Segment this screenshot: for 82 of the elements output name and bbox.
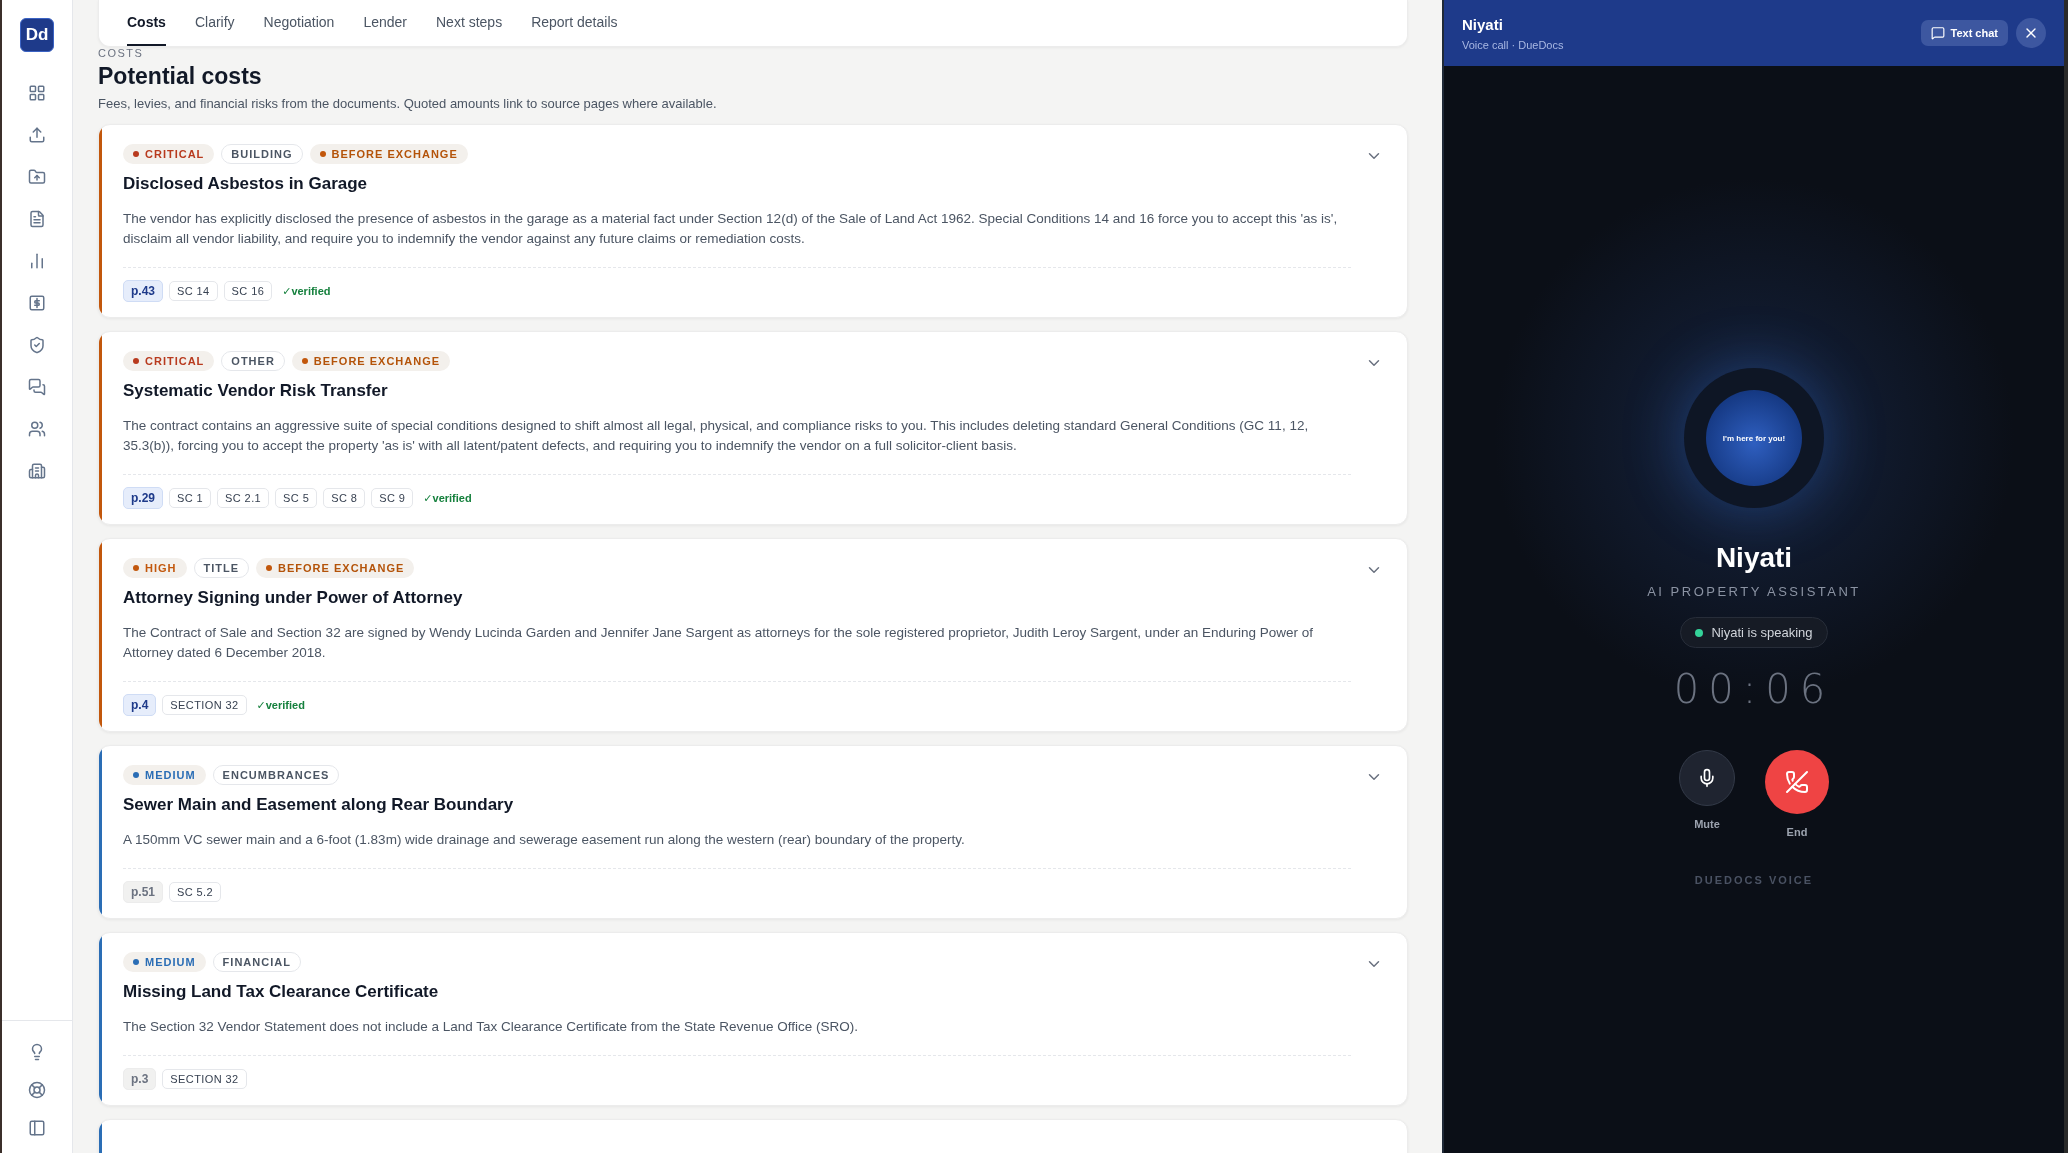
timing-dot	[301, 358, 308, 364]
orb-caption: I'm here for you!	[1722, 433, 1786, 443]
card-description: The Contract of Sale and Section 32 are signed by Wendy Lucinda Garden and Jennifer Jane Sargent as attorneys for the sole registered proprietor, Judith Leroy Sargent, under an Enduring Power of Attorney dated 6 December 2018.	[123, 624, 1314, 662]
page-link[interactable]: p.4	[123, 694, 157, 716]
reference-tag: SC 9	[371, 488, 414, 508]
category-tag: ENCUMBRANCES	[212, 765, 340, 785]
timing-dot	[266, 565, 273, 571]
document-icon[interactable]	[28, 210, 46, 228]
building-icon[interactable]	[28, 462, 46, 480]
card-description: The contract contains an aggressive suite of special conditions designed to shift almost all legal, physical, and compliance risks to you. This includes deleting standard General Conditions (GC 11, 12, 35.3(b)), forcing you to accept the property 'as is' with all latent/patent defects, and requiring you to indemnify the vendor on a full solicitor-client basis.	[123, 417, 1310, 455]
tab[interactable]: Costs	[127, 0, 166, 46]
grid-icon[interactable]	[28, 84, 46, 102]
chat-icon[interactable]	[28, 378, 46, 396]
assistant-name: Niyati	[1715, 542, 1793, 574]
severity-label: HIGH	[145, 562, 177, 574]
card-title: Attorney Signing under Power of Attorney	[123, 588, 464, 608]
page-link[interactable]: p.3	[123, 1068, 157, 1090]
dollar-icon[interactable]	[28, 294, 46, 312]
reference-tag: SC 5	[275, 488, 318, 508]
severity-label: MEDIUM	[145, 956, 196, 968]
page-link[interactable]: p.29	[123, 487, 163, 509]
severity-label: CRITICAL	[145, 355, 205, 367]
tab[interactable]: Clarify	[194, 0, 235, 46]
category-tag: OTHER	[221, 351, 285, 371]
tab[interactable]: Negotiation	[263, 0, 335, 46]
reference-tag: SC 1	[169, 488, 212, 508]
page-link[interactable]: p.51	[123, 881, 163, 903]
tab[interactable]: Report details	[531, 0, 618, 46]
folder-upload-icon[interactable]	[28, 168, 46, 186]
verified-label: ✓verified	[423, 491, 472, 505]
verified-label: ✓verified	[282, 284, 331, 298]
panel-icon[interactable]	[28, 1119, 46, 1137]
card-description: A 150mm VC sewer main and a 6-foot (1.83m) wide drainage and sewerage easement run along the western (rear) boundary of the property.	[123, 831, 966, 849]
timing-label: BEFORE EXCHANGE	[313, 355, 441, 367]
timing-label: BEFORE EXCHANGE	[331, 148, 458, 160]
shield-check-icon[interactable]	[28, 336, 46, 354]
mute-label: Mute	[1694, 818, 1720, 830]
card-description: The Section 32 Vendor Statement does not include a Land Tax Clearance Certificate from the State Revenue Office (SRO).	[123, 1018, 859, 1036]
timing-label: BEFORE EXCHANGE	[278, 562, 405, 574]
panel-title: Niyati	[1462, 15, 1504, 33]
section-eyebrow: COSTS	[98, 47, 145, 59]
card-title: Disclosed Asbestos in Garage	[123, 174, 369, 194]
assistant-role: AI PROPERTY ASSISTANT	[1647, 584, 1861, 599]
page-link[interactable]: p.43	[123, 280, 163, 302]
severity-label: MEDIUM	[145, 769, 196, 781]
call-timer: 00:06	[1673, 666, 1835, 712]
panel-subtitle: Voice call · DueDocs	[1462, 38, 1564, 51]
people-icon[interactable]	[28, 420, 46, 438]
upload-icon[interactable]	[28, 126, 46, 144]
card-title: Missing Land Tax Clearance Certificate	[123, 982, 440, 1002]
footer-brand: DUEDOCS VOICE	[1694, 874, 1814, 886]
reference-tag: SC 16	[223, 281, 273, 301]
tab[interactable]: Next steps	[436, 0, 503, 46]
text-chat-button[interactable]: Text chat	[1920, 20, 2008, 46]
category-tag: TITLE	[193, 558, 250, 578]
reference-tag: SECTION 32	[162, 1069, 247, 1089]
status-text: Niyati is speaking	[1711, 625, 1813, 640]
severity-label: CRITICAL	[145, 148, 205, 160]
card-description: The vendor has explicitly disclosed the presence of asbestos in the garage as a material fact under Section 12(d) of the Sale of Land Act 1962. Special Conditions 14 and 16 force you to accept this 'as is', disclaim all vendor liability, and require you to indemnify the vendor against any future claims or remediation costs.	[123, 210, 1339, 248]
category-tag: FINANCIAL	[212, 952, 301, 972]
chat-icon	[1930, 26, 1945, 40]
app-logo[interactable]: Dd	[20, 18, 54, 52]
tab[interactable]: Lender	[363, 0, 407, 46]
reference-tag: SC 14	[169, 281, 218, 301]
help-icon[interactable]	[28, 1081, 46, 1099]
close-button[interactable]	[2016, 18, 2046, 48]
end-label: End	[1786, 826, 1808, 838]
category-tag: BUILDING	[221, 144, 303, 164]
phone-off-icon	[1785, 770, 1809, 794]
page-title: Potential costs	[98, 63, 263, 90]
bar-chart-icon[interactable]	[28, 252, 46, 270]
timing-dot	[319, 151, 326, 157]
microphone-icon	[1697, 768, 1717, 788]
reference-tag: SECTION 32	[162, 695, 247, 715]
verified-label: ✓verified	[256, 698, 305, 712]
card-title: Sewer Main and Easement along Rear Boundary	[123, 795, 515, 815]
reference-tag: SC 8	[323, 488, 366, 508]
card-title: Systematic Vendor Risk Transfer	[123, 381, 389, 401]
page-description: Fees, levies, and financial risks from the documents. Quoted amounts link to source pages where available.	[98, 96, 718, 111]
reference-tag: SC 2.1	[217, 488, 270, 508]
mute-button[interactable]	[1679, 750, 1735, 806]
reference-tag: SC 5.2	[169, 882, 222, 902]
